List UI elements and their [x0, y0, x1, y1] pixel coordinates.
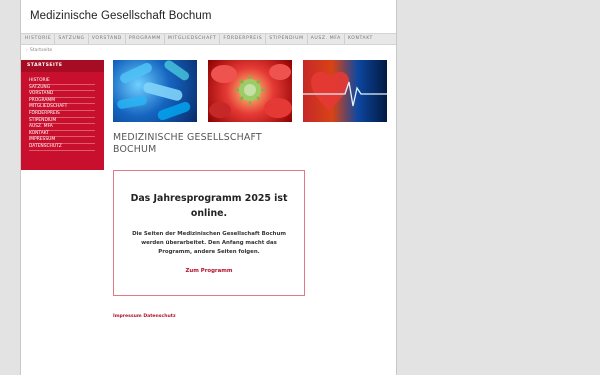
- sidebar-item-mitgliedschaft[interactable]: MITGLIEDSCHAFT: [29, 104, 95, 111]
- sidebar: STARTSEITE HISTORIE SATZUNG VORSTAND PRO…: [21, 60, 104, 170]
- sidebar-heading[interactable]: STARTSEITE: [21, 60, 104, 72]
- announcement-title: Das Jahresprogramm 2025 ist online.: [130, 193, 288, 219]
- announcement-text: Die Seiten der Medizinischen Gesellschaf…: [132, 231, 286, 255]
- nav-item-foerderpreis[interactable]: FÖRDERPREIS: [220, 34, 267, 44]
- announcement-box: Das Jahresprogramm 2025 ist online. Die …: [113, 170, 305, 296]
- sidebar-menu: HISTORIE SATZUNG VORSTAND PROGRAMM MITGL…: [21, 72, 104, 151]
- nav-item-vorstand[interactable]: VORSTAND: [89, 34, 126, 44]
- sidebar-item-foerderpreis[interactable]: FÖRDERPREIS: [29, 111, 95, 118]
- nav-item-mitgliedschaft[interactable]: MITGLIEDSCHAFT: [165, 34, 221, 44]
- breadcrumb: › Startseite: [26, 48, 52, 53]
- breadcrumb-startseite[interactable]: Startseite: [30, 48, 52, 53]
- footer-links: Impressum Datenschutz: [113, 314, 176, 319]
- program-link[interactable]: Zum Programm: [186, 268, 233, 274]
- sidebar-item-datenschutz[interactable]: DATENSCHUTZ: [29, 144, 95, 151]
- chevron-right-icon: ›: [26, 48, 28, 53]
- nav-item-satzung[interactable]: SATZUNG: [55, 34, 89, 44]
- sidebar-item-impressum[interactable]: IMPRESSUM: [29, 137, 95, 144]
- nav-item-historie[interactable]: HISTORIE: [21, 34, 56, 44]
- datenschutz-link[interactable]: Datenschutz: [143, 314, 175, 319]
- impressum-link[interactable]: Impressum: [113, 314, 142, 319]
- main-navigation: HISTORIE SATZUNG VORSTAND PROGRAMM MITGL…: [21, 33, 396, 45]
- heart-ecg-image: [303, 60, 387, 122]
- virus-cells-image: [208, 60, 292, 122]
- sidebar-item-ausz-mfa[interactable]: AUSZ. MFA: [29, 124, 95, 131]
- sidebar-item-vorstand[interactable]: VORSTAND: [29, 91, 95, 98]
- site-title[interactable]: Medizinische Gesellschaft Bochum: [30, 10, 212, 22]
- page-heading: MEDIZINISCHE GESELLSCHAFT BOCHUM: [113, 132, 262, 155]
- nav-item-stipendium[interactable]: STIPENDIUM: [266, 34, 308, 44]
- nav-item-kontakt[interactable]: KONTAKT: [345, 34, 376, 44]
- nav-item-ausz-mfa[interactable]: AUSZ. MFA: [308, 34, 345, 44]
- page-container: Medizinische Gesellschaft Bochum HISTORI…: [20, 0, 397, 375]
- nav-item-programm[interactable]: PROGRAMM: [126, 34, 165, 44]
- bacteria-image: [113, 60, 197, 122]
- sidebar-item-historie[interactable]: HISTORIE: [29, 78, 95, 85]
